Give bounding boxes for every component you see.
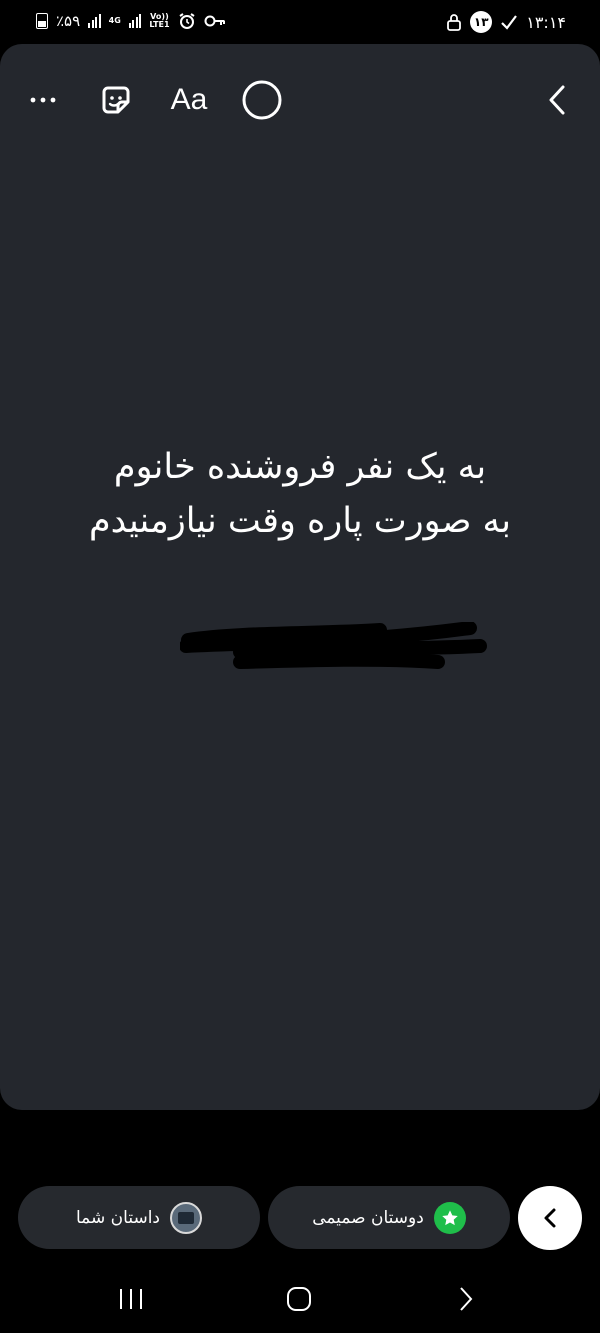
- next-button[interactable]: [518, 1186, 582, 1250]
- status-right: ۱۳ ۱۳:۱۴: [446, 11, 566, 33]
- story-canvas[interactable]: Aa به یک نفر فروشنده خانوم به صورت پاره …: [0, 44, 600, 1110]
- story-text-line-2: به صورت پاره وقت نیازمنیدم: [88, 501, 512, 541]
- star-icon: [433, 1201, 466, 1234]
- sticker-icon[interactable]: [90, 80, 142, 120]
- avatar: [170, 1201, 202, 1234]
- back-chevron-icon[interactable]: [532, 80, 584, 120]
- text-tool-button[interactable]: Aa: [163, 80, 215, 120]
- check-icon: [501, 15, 518, 30]
- home-icon[interactable]: [269, 1278, 329, 1320]
- close-friends-label: دوستان صمیمی: [312, 1207, 424, 1228]
- nav-back-icon[interactable]: [436, 1278, 496, 1320]
- key-icon: [204, 15, 225, 27]
- battery-percent: ٪۵۹: [56, 12, 81, 30]
- your-story-button[interactable]: داستان شما: [18, 1186, 260, 1249]
- volte-label: Vo)) LTE1: [149, 12, 170, 29]
- alarm-icon: [179, 13, 195, 29]
- network-type-label: 4G: [108, 16, 121, 25]
- lock-icon: [447, 14, 462, 31]
- signal-icon: [128, 14, 142, 28]
- draw-circle-icon[interactable]: [236, 80, 288, 120]
- status-left: ٪۵۹ 4G Vo)) LTE1: [36, 12, 226, 30]
- recents-icon[interactable]: [101, 1278, 161, 1320]
- story-text-line-1: به یک نفر فروشنده خانوم: [113, 447, 487, 487]
- status-time: ۱۳:۱۴: [526, 12, 566, 32]
- notification-badge: ۱۳: [470, 11, 493, 33]
- your-story-label: داستان شما: [76, 1207, 160, 1228]
- chevron-left-icon: [544, 1208, 556, 1228]
- signal-icon: [88, 14, 101, 28]
- more-icon[interactable]: [17, 80, 69, 120]
- status-bar: ٪۵۹ 4G Vo)) LTE1 ۱۳ ۱۳:۱۴: [0, 0, 600, 44]
- story-text[interactable]: به یک نفر فروشنده خانوم به صورت پاره وقت…: [50, 440, 550, 548]
- battery-icon: [36, 13, 48, 29]
- redaction-scribble: [180, 622, 487, 669]
- close-friends-button[interactable]: دوستان صمیمی: [268, 1186, 510, 1249]
